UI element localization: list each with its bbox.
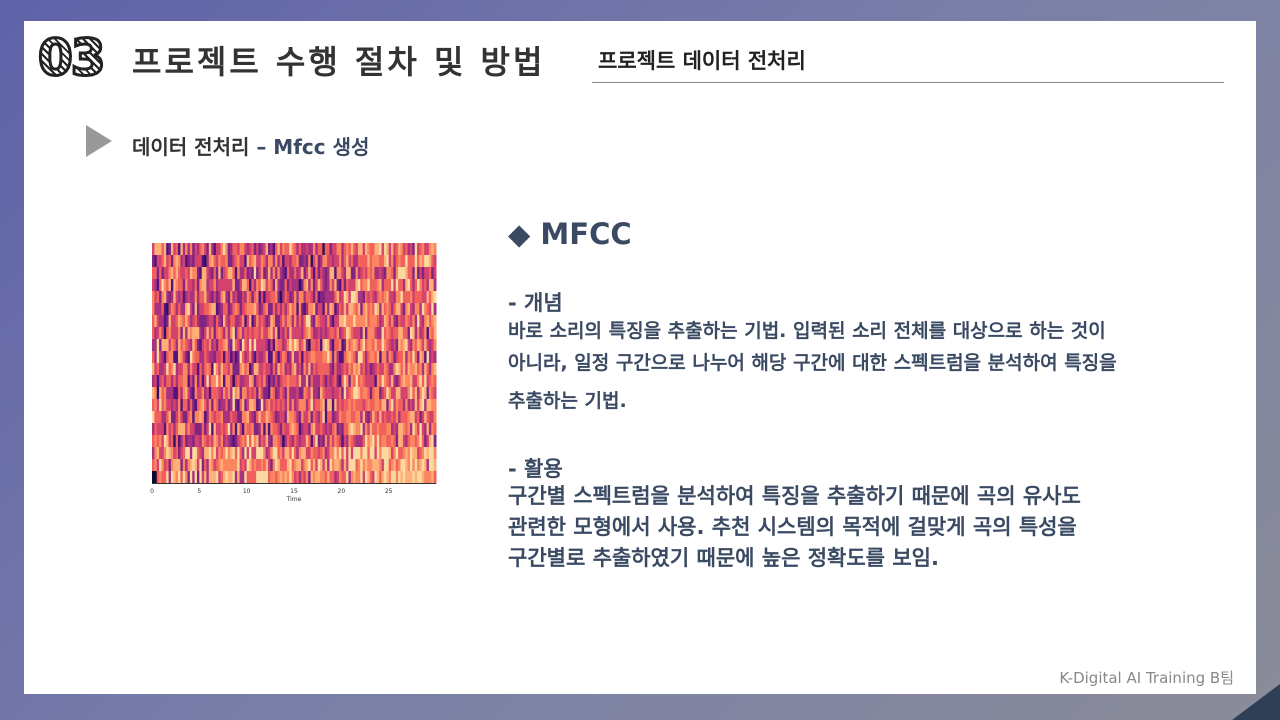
mfcc-heatmap: 0 5 10 15 20 25 Time bbox=[150, 243, 437, 503]
heatmap-cell bbox=[433, 351, 437, 364]
heatmap-cell bbox=[433, 363, 437, 376]
section-suffix: – Mfcc 생성 bbox=[256, 135, 370, 159]
heatmap-cell bbox=[433, 339, 437, 352]
heatmap-cell bbox=[433, 471, 437, 484]
heatmap-cell bbox=[433, 243, 437, 256]
corner-decoration bbox=[1232, 684, 1280, 720]
section-number: 03 bbox=[37, 28, 108, 89]
triangle-bullet-icon bbox=[86, 125, 112, 157]
heatmap-cell bbox=[433, 303, 437, 316]
text-line: 아니라, 일정 구간으로 나누어 해당 구간에 대한 스펙트럼을 분석하여 특징… bbox=[508, 352, 1117, 374]
x-tick-label: 25 bbox=[385, 488, 393, 495]
x-tick-label: 10 bbox=[243, 488, 251, 495]
page-title: 프로젝트 수행 절차 및 방법 bbox=[132, 43, 546, 81]
heatmap-cell bbox=[433, 411, 437, 424]
section-title-text: 데이터 전처리 bbox=[132, 135, 250, 159]
divider bbox=[592, 82, 1224, 83]
heatmap-cell bbox=[433, 447, 437, 460]
heatmap-cell bbox=[433, 399, 437, 412]
text-line: 바로 소리의 특징을 추출하는 기법. 입력된 소리 전체를 대상으로 하는 것… bbox=[508, 320, 1106, 342]
section-title: 데이터 전처리 – Mfcc 생성 bbox=[132, 131, 369, 160]
heatmap-cell bbox=[433, 375, 437, 388]
page-subtitle: 프로젝트 데이터 전처리 bbox=[598, 49, 806, 73]
heatmap-cell bbox=[433, 267, 437, 280]
text-line: 추출하는 기법. bbox=[508, 390, 627, 412]
footer-text: K-Digital AI Training B팀 bbox=[1059, 669, 1234, 687]
heatmap-cell bbox=[433, 255, 437, 268]
text-line: 관련한 모형에서 사용. 추천 시스템의 목적에 걸맞게 곡의 특성을 bbox=[508, 515, 1077, 539]
heatmap-cells bbox=[152, 243, 437, 484]
heatmap-cell bbox=[433, 435, 437, 448]
slide: 03 프로젝트 수행 절차 및 방법 프로젝트 데이터 전처리 데이터 전처리 … bbox=[24, 21, 1256, 694]
x-tick-label: 0 bbox=[150, 488, 154, 495]
heatmap-cell bbox=[433, 423, 437, 436]
usage-label: - 활용 bbox=[508, 457, 563, 481]
concept-text: 바로 소리의 특징을 추출하는 기법. 입력된 소리 전체를 대상으로 하는 것… bbox=[508, 315, 1228, 417]
usage-text: 구간별 스펙트럼을 분석하여 특징을 추출하기 때문에 곡의 유사도 관련한 모… bbox=[508, 481, 1228, 574]
x-axis-label: Time bbox=[286, 496, 302, 503]
text-line: 구간별로 추출하였기 때문에 높은 정확도를 보임. bbox=[508, 546, 939, 570]
x-tick-label: 15 bbox=[290, 488, 298, 495]
heatmap-cell bbox=[433, 315, 437, 328]
heatmap-cell bbox=[433, 279, 437, 292]
x-tick-label: 5 bbox=[197, 488, 201, 495]
heatmap-cell bbox=[433, 459, 437, 472]
content-heading: ◆ MFCC bbox=[508, 217, 632, 251]
heatmap-cell bbox=[433, 291, 437, 304]
x-tick-label: 20 bbox=[338, 488, 346, 495]
text-line: 구간별 스펙트럼을 분석하여 특징을 추출하기 때문에 곡의 유사도 bbox=[508, 484, 1081, 508]
heatmap-cell bbox=[433, 327, 437, 340]
concept-label: - 개념 bbox=[508, 291, 563, 315]
heatmap-cell bbox=[433, 387, 437, 400]
